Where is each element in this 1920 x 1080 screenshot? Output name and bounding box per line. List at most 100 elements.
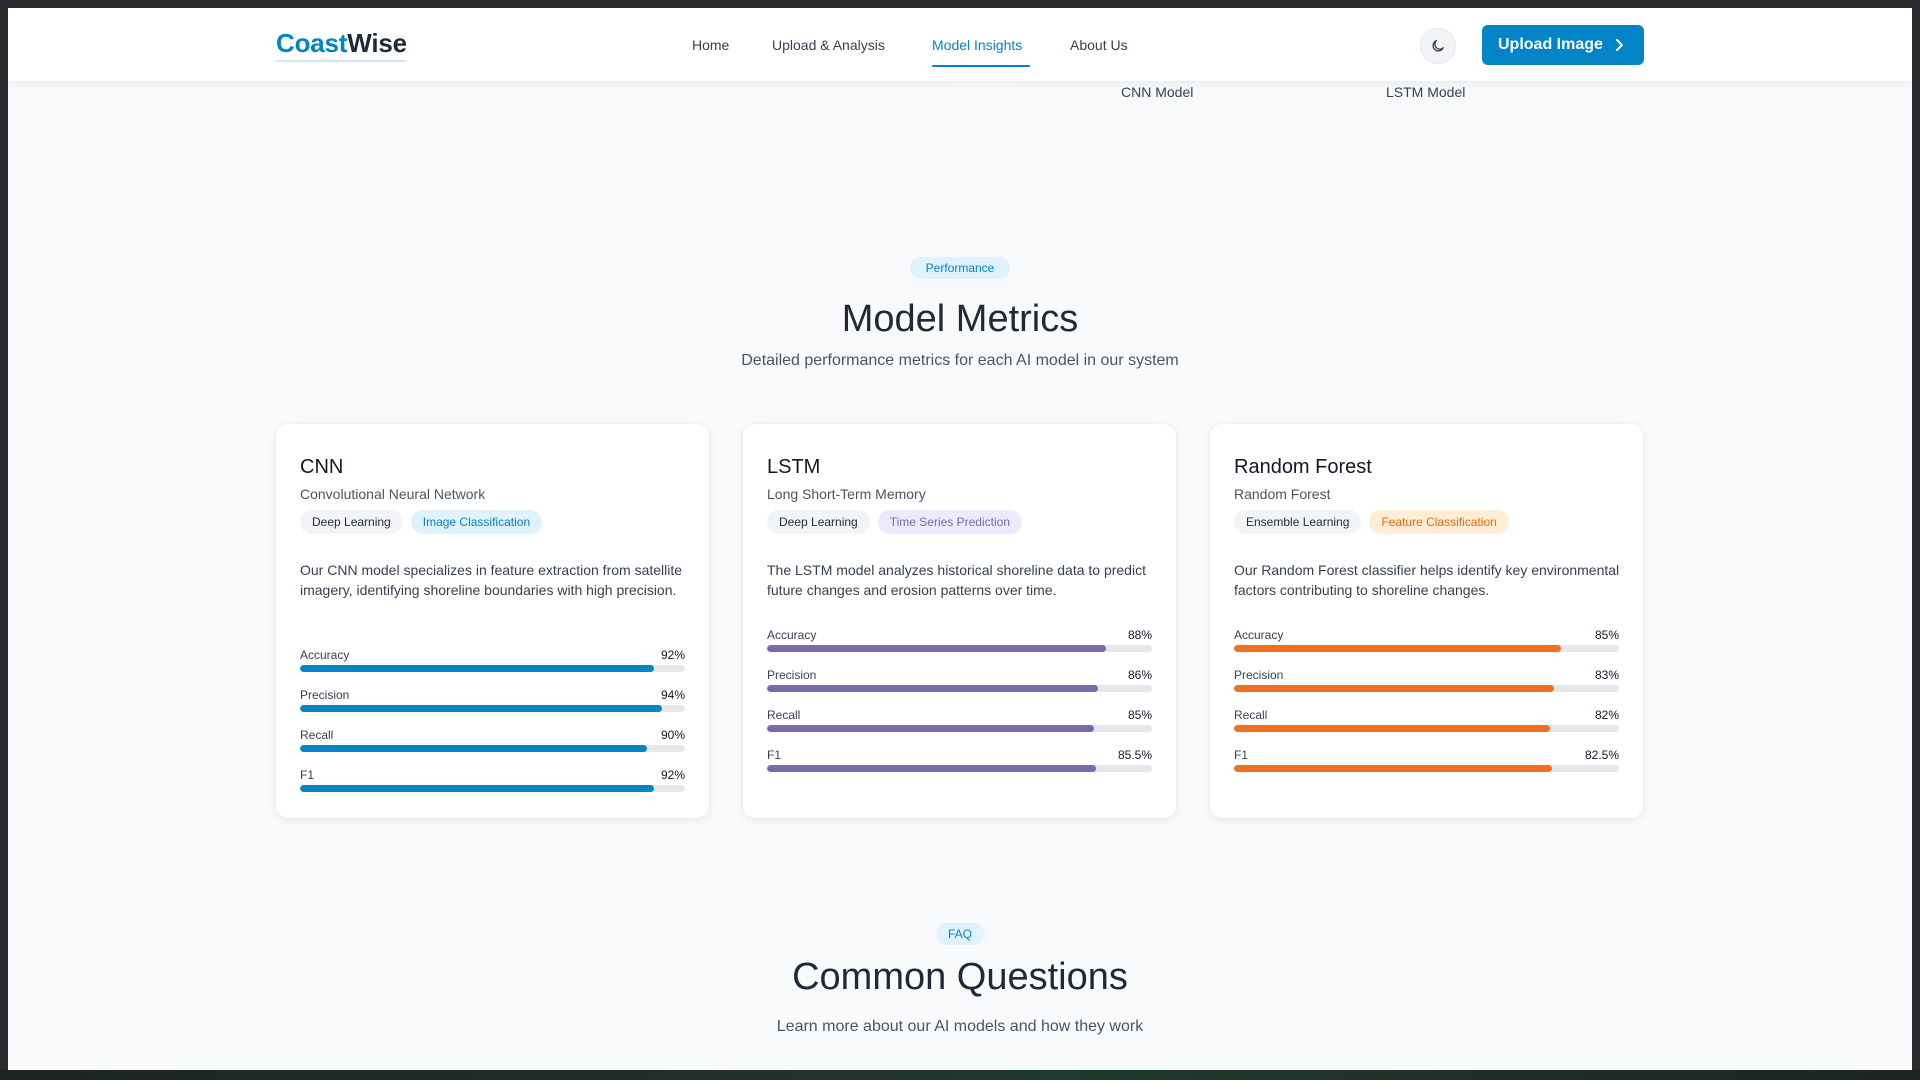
nav-model-insights[interactable]: Model Insights (932, 37, 1022, 53)
card-description: Our Random Forest classifier helps ident… (1234, 562, 1620, 598)
metric-fill (300, 745, 647, 752)
metric-fill (300, 785, 655, 792)
metric-track (300, 785, 685, 792)
metric-label: Recall (767, 708, 801, 722)
logo-part-wise: Wise (347, 28, 407, 58)
card-tags: Deep Learning Time Series Prediction (767, 510, 1022, 534)
metric-f1: F1 82.5% (1234, 748, 1619, 788)
model-metrics-subtitle: Detailed performance metrics for each AI… (741, 352, 1179, 369)
metric-value: 85% (1127, 708, 1152, 722)
faq-title: Common Questions (792, 956, 1128, 998)
metric-value: 85% (1594, 628, 1619, 642)
metric-label: Accuracy (1234, 628, 1284, 642)
model-card-random-forest: Random Forest Random Forest Ensemble Lea… (1210, 424, 1643, 818)
nav-upload-analysis[interactable]: Upload & Analysis (772, 37, 885, 53)
metric-precision: Precision 86% (767, 668, 1152, 708)
chevron-right-icon (1616, 39, 1623, 51)
metric-track (767, 685, 1152, 692)
metric-value: 83% (1594, 668, 1619, 682)
metric-track (1234, 685, 1619, 692)
metric-label: Accuracy (300, 648, 350, 662)
tag-deep-learning: Deep Learning (300, 510, 403, 534)
metric-value: 86% (1127, 668, 1152, 682)
metric-accuracy: Accuracy 92% (300, 648, 685, 688)
metric-fill (1234, 765, 1552, 772)
card-metrics: Accuracy 88% Precision 86% Recall 85% F1… (767, 628, 1152, 788)
tag-time-series-prediction: Time Series Prediction (877, 510, 1022, 534)
card-tags: Ensemble Learning Feature Classification (1234, 510, 1509, 534)
moon-icon (1432, 40, 1444, 52)
upload-image-label: Upload Image (1498, 36, 1603, 53)
metric-fill (300, 705, 662, 712)
card-metrics: Accuracy 85% Precision 83% Recall 82% F1… (1234, 628, 1619, 788)
browser-viewport: CNN Model LSTM Model CoastWise Home Uplo… (8, 8, 1912, 1070)
metric-precision: Precision 94% (300, 688, 685, 728)
metric-value: 94% (660, 688, 685, 702)
metric-label: F1 (767, 748, 782, 762)
card-subtitle: Convolutional Neural Network (300, 486, 486, 502)
card-metrics: Accuracy 92% Precision 94% Recall 90% F1… (300, 648, 685, 808)
metric-recall: Recall 90% (300, 728, 685, 768)
metric-track (300, 705, 685, 712)
metric-value: 82% (1594, 708, 1619, 722)
metric-f1: F1 92% (300, 768, 685, 808)
card-tags: Deep Learning Image Classification (300, 510, 543, 534)
model-card-lstm: LSTM Long Short-Term Memory Deep Learnin… (743, 424, 1176, 818)
metric-value: 90% (660, 728, 685, 742)
metric-f1: F1 85.5% (767, 748, 1152, 788)
nav-about-us[interactable]: About Us (1070, 37, 1128, 53)
tag-feature-classification: Feature Classification (1369, 510, 1509, 534)
model-card-cnn: CNN Convolutional Neural Network Deep Le… (276, 424, 709, 818)
upload-image-button[interactable]: Upload Image (1482, 25, 1644, 65)
nav-home[interactable]: Home (692, 37, 729, 53)
metric-track (1234, 725, 1619, 732)
metric-accuracy: Accuracy 88% (767, 628, 1152, 668)
prev-model-label-cnn: CNN Model (1121, 84, 1194, 100)
metric-label: F1 (1234, 748, 1249, 762)
metric-recall: Recall 85% (767, 708, 1152, 748)
theme-toggle-button[interactable] (1420, 28, 1456, 64)
model-metrics-title: Model Metrics (841, 298, 1079, 340)
logo-part-coast: Coast (276, 28, 348, 58)
prev-model-label-lstm: LSTM Model (1386, 84, 1466, 100)
card-title: LSTM (767, 456, 821, 478)
metric-track (300, 745, 685, 752)
metric-track (767, 765, 1152, 772)
metric-label: F1 (300, 768, 315, 782)
metric-fill (1234, 725, 1550, 732)
metric-track (767, 645, 1152, 652)
card-description: Our CNN model specializes in feature ext… (300, 562, 683, 598)
metric-label: Precision (767, 668, 817, 682)
logo[interactable]: CoastWise (276, 28, 407, 62)
metric-label: Precision (1234, 668, 1284, 682)
metric-fill (767, 765, 1097, 772)
metric-fill (767, 645, 1106, 652)
tag-image-classification: Image Classification (410, 510, 543, 534)
metric-value: 92% (660, 648, 685, 662)
metric-accuracy: Accuracy 85% (1234, 628, 1619, 668)
card-title: Random Forest (1234, 456, 1372, 478)
nav-active-underline (932, 65, 1030, 67)
metric-track (1234, 645, 1619, 652)
metric-fill (1234, 645, 1562, 652)
card-title: CNN (300, 456, 344, 478)
tag-ensemble-learning: Ensemble Learning (1234, 510, 1362, 534)
metric-fill (300, 665, 655, 672)
card-subtitle: Random Forest (1234, 486, 1331, 502)
metric-fill (767, 685, 1099, 692)
metric-value: 82.5% (1584, 748, 1619, 762)
card-subtitle: Long Short-Term Memory (767, 486, 926, 502)
metric-track (1234, 765, 1619, 772)
tag-deep-learning: Deep Learning (767, 510, 870, 534)
metric-value: 92% (660, 768, 685, 782)
metric-track (767, 725, 1152, 732)
metric-value: 85.5% (1117, 748, 1152, 762)
faq-pill: FAQ (936, 923, 984, 945)
metric-recall: Recall 82% (1234, 708, 1619, 748)
performance-pill: Performance (910, 257, 1010, 279)
metric-fill (767, 725, 1095, 732)
metric-track (300, 665, 685, 672)
metric-precision: Precision 83% (1234, 668, 1619, 708)
card-description: The LSTM model analyzes historical shore… (767, 562, 1146, 598)
metric-label: Precision (300, 688, 350, 702)
